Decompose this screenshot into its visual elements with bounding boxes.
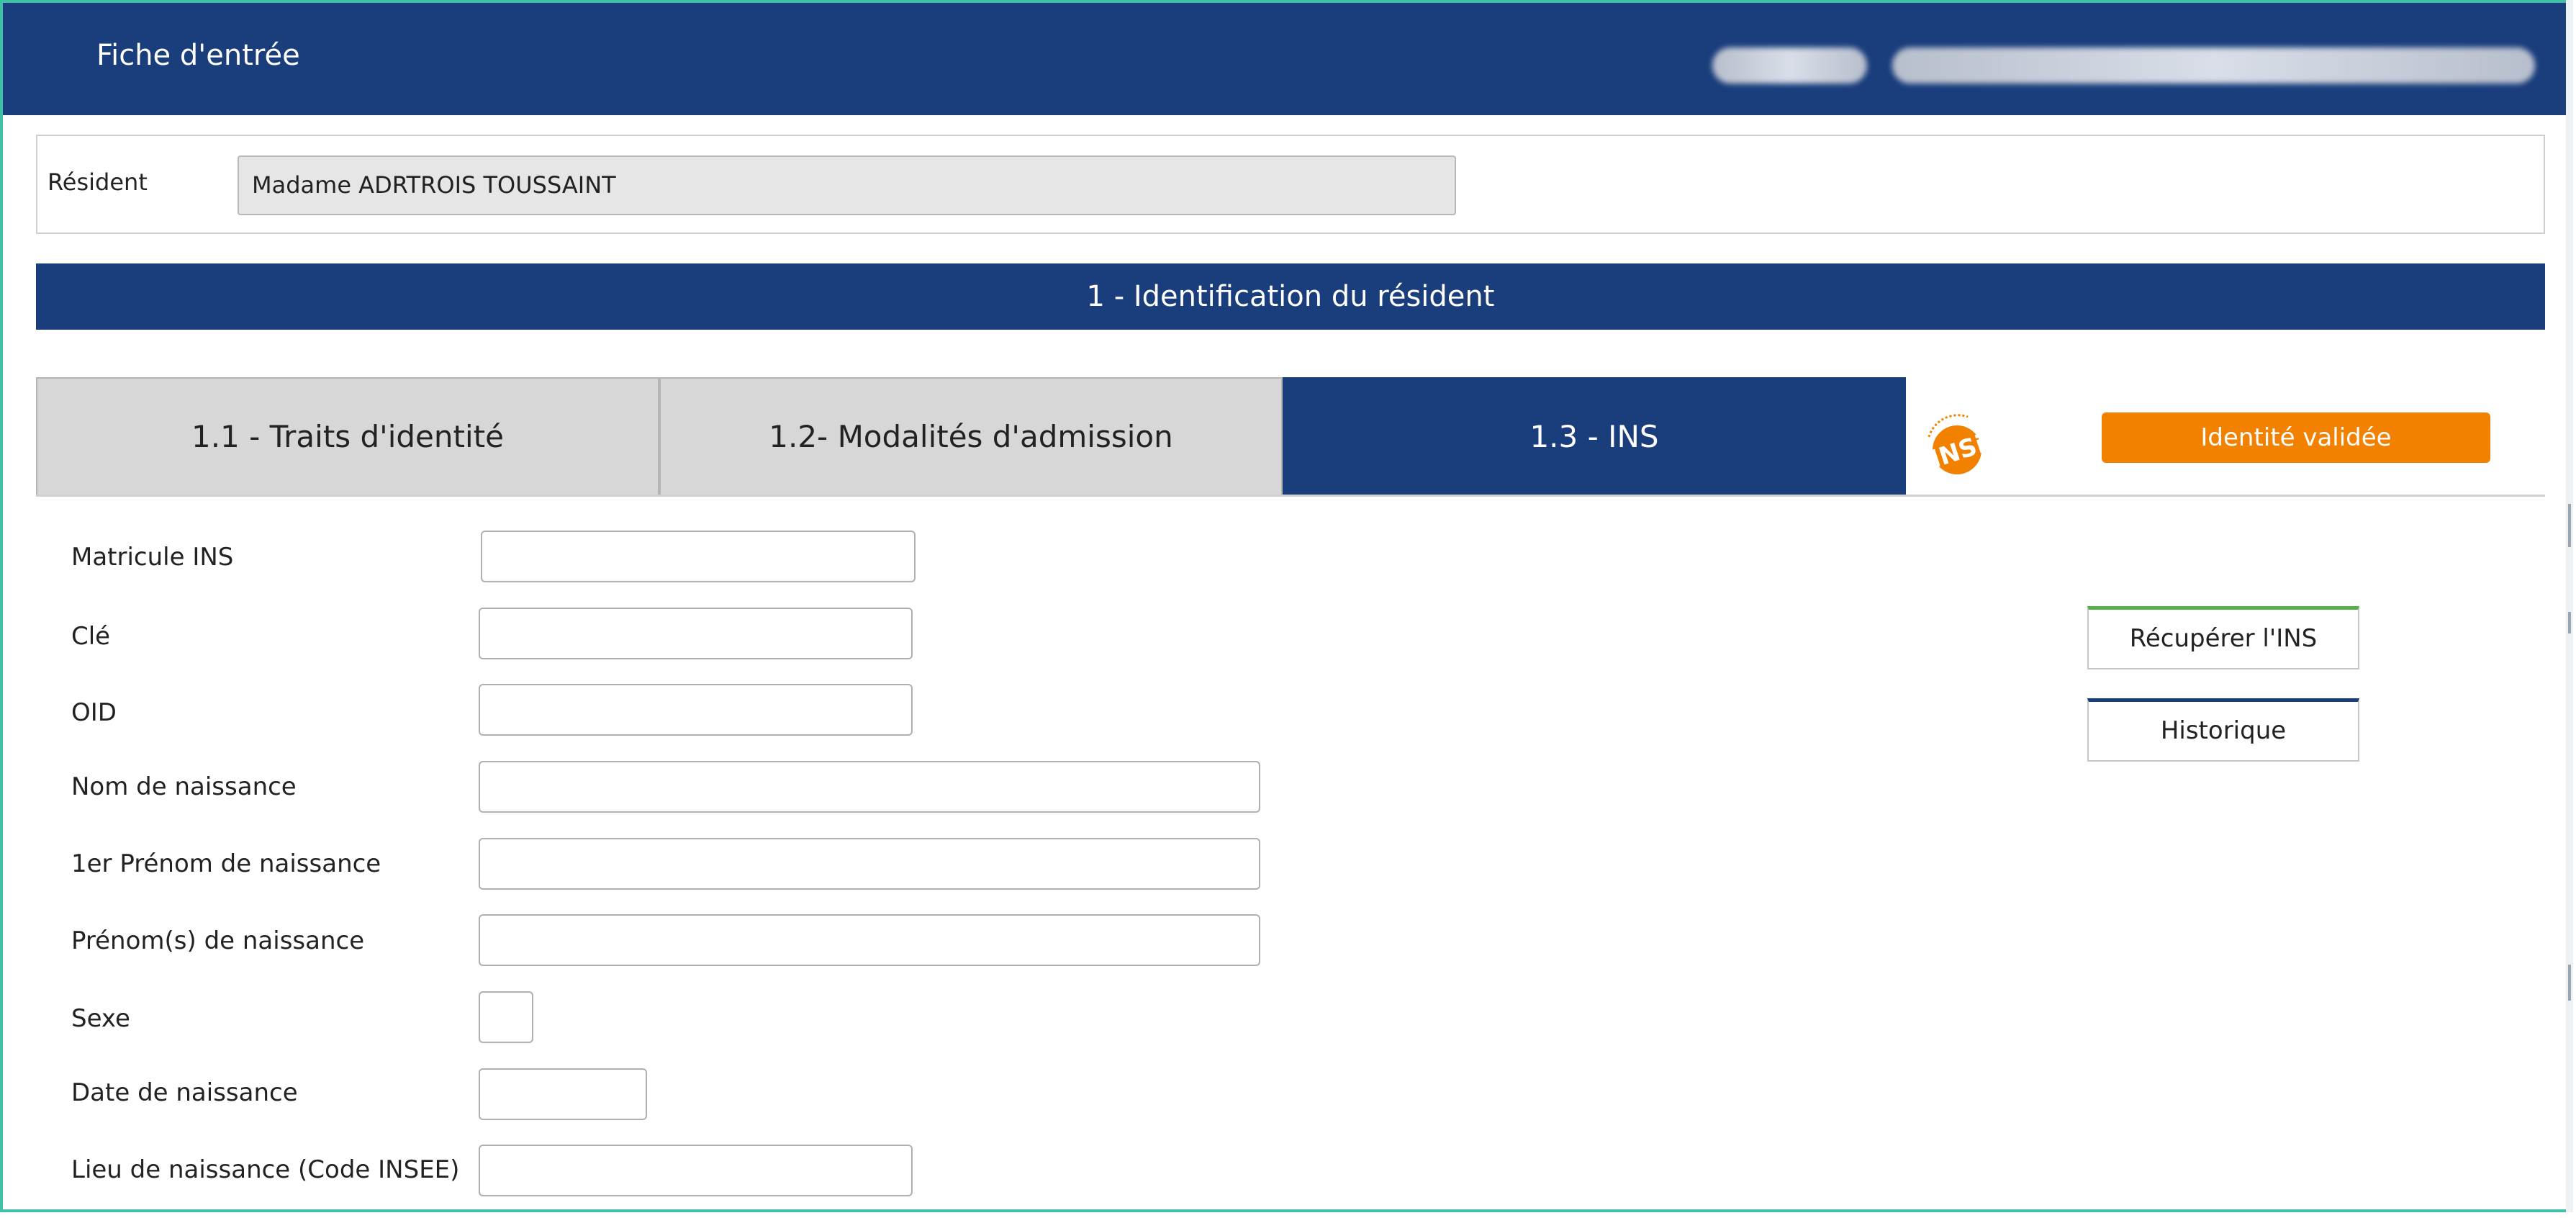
tab-ins[interactable]: 1.3 - INS (1283, 377, 1906, 496)
field-label-lieu: Lieu de naissance (Code INSEE) (71, 1155, 460, 1184)
matricule-ins-input[interactable] (481, 531, 916, 582)
field-label-oid: OID (71, 698, 117, 727)
redacted-info-2 (1892, 48, 2535, 84)
oid-input[interactable] (479, 684, 913, 736)
tab-modalites-admission[interactable]: 1.2- Modalités d'admission (659, 377, 1283, 496)
resident-label: Résident (48, 168, 148, 196)
date-naissance-input[interactable] (479, 1068, 647, 1120)
field-label-matricule: Matricule INS (71, 543, 234, 572)
field-label-nom: Nom de naissance (71, 772, 297, 801)
tabs-divider (36, 495, 2545, 497)
tab-traits-identite[interactable]: 1.1 - Traits d'identité (36, 377, 659, 496)
window-title: Fiche d'entrée (96, 39, 300, 72)
field-label-date: Date de naissance (71, 1078, 298, 1107)
main-window: Fiche d'entrée Résident Madame ADRTROIS … (0, 0, 2570, 1212)
right-edge-strip (2566, 0, 2573, 1212)
premier-prenom-input[interactable] (479, 838, 1260, 890)
ins-logo-icon: INSi (1927, 414, 1989, 474)
resident-value-field: Madame ADRTROIS TOUSSAINT (238, 155, 1456, 215)
status-badge: Identité validée (2102, 412, 2490, 463)
title-bar: Fiche d'entrée (3, 3, 2567, 115)
field-label-prenoms: Prénom(s) de naissance (71, 926, 365, 955)
sexe-input[interactable] (479, 991, 533, 1043)
resident-panel: Résident Madame ADRTROIS TOUSSAINT (36, 135, 2545, 234)
historique-button[interactable]: Historique (2087, 698, 2359, 762)
recuperer-ins-button[interactable]: Récupérer l'INS (2087, 606, 2359, 669)
field-label-sexe: Sexe (71, 1004, 130, 1033)
prenoms-input[interactable] (479, 914, 1260, 966)
section-header: 1 - Identification du résident (36, 263, 2545, 330)
nom-naissance-input[interactable] (479, 761, 1260, 813)
field-label-premier-prenom: 1er Prénom de naissance (71, 849, 381, 878)
cle-input[interactable] (479, 608, 913, 659)
redacted-info-1 (1712, 48, 1867, 84)
field-label-cle: Clé (71, 622, 111, 651)
lieu-naissance-input[interactable] (479, 1145, 913, 1196)
